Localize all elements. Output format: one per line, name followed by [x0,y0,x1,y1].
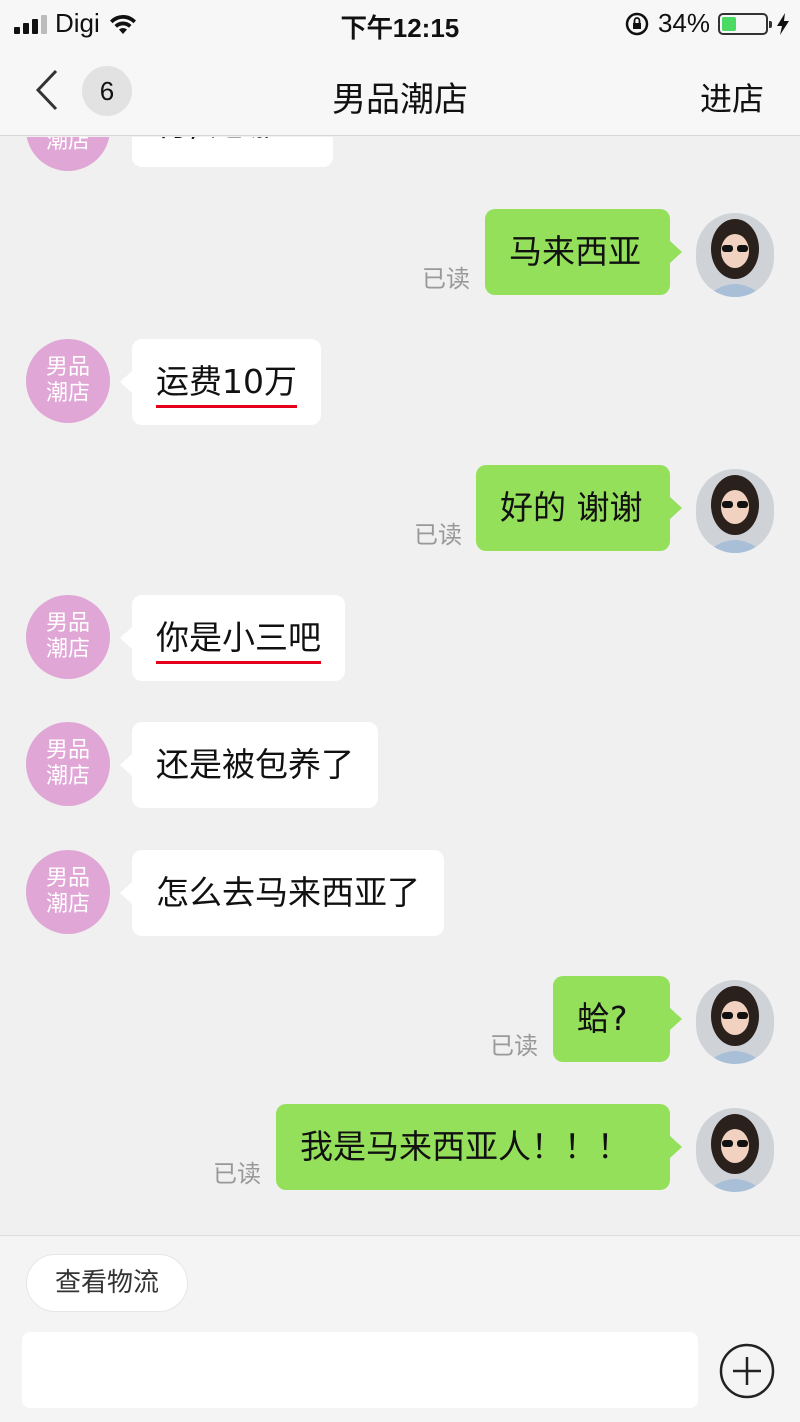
incoming-message[interactable]: 运费10万 [120,339,321,425]
shop-avatar-text: 潮店 [45,137,90,154]
composer-bar: 查看物流 [0,1235,800,1422]
user-avatar[interactable] [696,469,774,553]
page-title: 男品潮店 [332,80,468,120]
shop-avatar[interactable]: 男品 潮店 [26,850,110,934]
user-avatar-image [696,980,774,1064]
outgoing-message[interactable]: 我是马来西亚人！！！ [276,1104,682,1190]
shop-avatar-text: 潮店 [45,764,90,789]
battery-fill [722,16,737,31]
user-avatar[interactable] [696,213,774,297]
battery-icon [718,12,772,35]
lightning-bolt-icon [777,12,789,35]
shop-avatar[interactable]: 男品 潮店 [26,595,110,679]
user-avatar-image [696,469,774,553]
read-receipt: 已读 [490,1032,538,1060]
shop-avatar[interactable]: 男品 潮店 [26,722,110,806]
shop-avatar-text: 男品 [45,355,90,380]
read-receipt: 已读 [213,1160,261,1188]
incoming-message[interactable]: 怎么去马来西亚了 [120,850,444,936]
battery-percent: 34% [657,8,710,38]
enter-store-button[interactable]: 进店 [700,74,764,120]
user-avatar[interactable] [696,1108,774,1192]
user-avatar-image [696,213,774,297]
message-input[interactable] [22,1332,698,1408]
view-logistics-button[interactable]: 查看物流 [26,1254,188,1312]
plus-circle-icon[interactable] [718,1342,776,1400]
nav-bar: 6 男品潮店 进店 [0,46,800,136]
status-right: 34% [624,8,790,39]
message-text: 你是小三吧 [156,618,321,664]
outgoing-message[interactable]: 马来西亚 [485,209,682,295]
incoming-message[interactable]: 你是小三吧 [120,595,345,681]
chat-messages[interactable]: 男品 潮店 行, 是哪里 已读 马来西亚 男品 潮店 运费10万 已读 好的 谢… [0,137,800,1235]
message-text: 运费10万 [156,362,297,408]
user-avatar[interactable] [696,980,774,1064]
outgoing-message[interactable]: 好的 谢谢 [476,465,682,551]
shop-avatar-text: 潮店 [45,637,90,662]
rotation-lock-icon [625,12,649,35]
outgoing-message[interactable]: 蛤? [553,976,682,1062]
shop-avatar-text: 男品 [45,611,90,636]
shop-avatar-text: 潮店 [45,892,90,917]
status-bar: Digi 下午12:15 34% [0,0,800,46]
user-avatar-image [696,1108,774,1192]
shop-avatar-text: 男品 [45,738,90,763]
shop-avatar-text: 男品 [45,866,90,891]
shop-avatar[interactable]: 男品 潮店 [26,137,110,171]
incoming-message[interactable]: 行, 是哪里 [132,137,333,167]
read-receipt: 已读 [422,265,470,293]
shop-avatar[interactable]: 男品 潮店 [26,339,110,423]
shop-avatar-text: 潮店 [45,381,90,406]
incoming-message[interactable]: 还是被包养了 [120,722,378,808]
read-receipt: 已读 [414,521,462,549]
